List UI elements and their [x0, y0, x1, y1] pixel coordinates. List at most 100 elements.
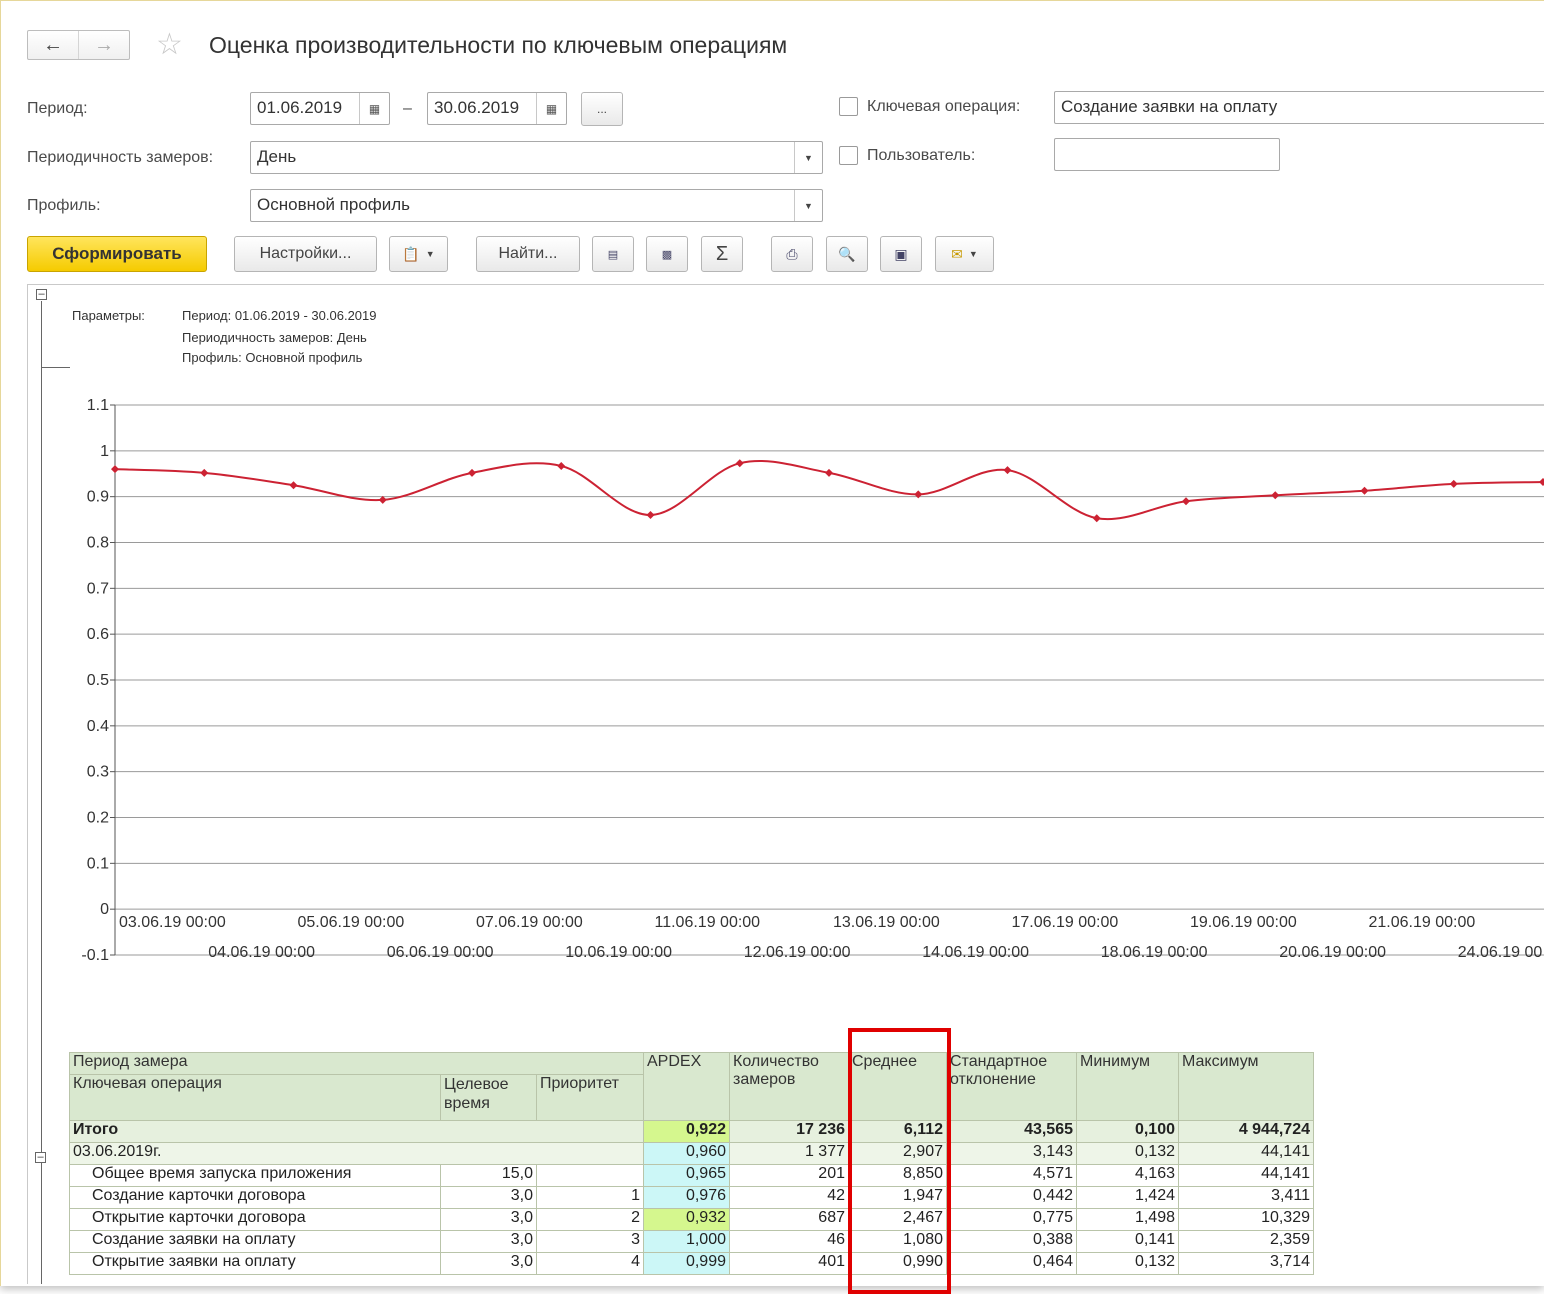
row-target: 15,0	[440, 1164, 537, 1187]
profile-label: Профиль:	[27, 197, 101, 214]
x-tick-label: 07.06.19 00:00	[476, 914, 583, 931]
row-avg: 0,990	[848, 1252, 947, 1275]
forward-button[interactable]: →	[78, 31, 129, 59]
x-tick-label: 14.06.19 00:00	[922, 944, 1029, 961]
header-operation: Ключевая операция	[69, 1074, 441, 1121]
group-count: 1 377	[729, 1142, 849, 1165]
row-priority	[536, 1164, 644, 1187]
row-stddev: 0,464	[946, 1252, 1077, 1275]
header-stddev: Стандартное отклонение	[946, 1052, 1077, 1121]
date-to-field[interactable]: 30.06.2019 ▦	[427, 92, 567, 125]
x-tick-label: 11.06.19 00:00	[655, 914, 761, 931]
x-tick-label: 03.06.19 00:00	[119, 914, 226, 931]
data-point	[468, 468, 476, 477]
x-tick-label: 20.06.19 00:00	[1279, 944, 1386, 961]
row-min: 1,424	[1076, 1186, 1179, 1209]
expand-groups-button[interactable]: ▩	[646, 236, 688, 272]
y-tick-label: 0.2	[87, 810, 109, 827]
y-tick-label: 0.7	[87, 580, 109, 597]
chevron-down-icon[interactable]: ▼	[794, 142, 822, 173]
group-row[interactable]: 03.06.2019г. 0,960 1 377 2,907 3,143 0,1…	[69, 1142, 1314, 1165]
key-operation-field[interactable]: Создание заявки на оплату	[1054, 91, 1544, 124]
date-from-field[interactable]: 01.06.2019 ▦	[250, 92, 390, 125]
table-row[interactable]: Открытие заявки на оплату 3,0 4 0,999 40…	[69, 1252, 1314, 1275]
row-apdex: 0,965	[643, 1164, 730, 1187]
variant-menu-button[interactable]: 📋 ▼	[389, 236, 448, 272]
data-point	[1003, 466, 1012, 475]
tree-line	[41, 301, 42, 368]
table-row[interactable]: Создание карточки договора 3,0 1 0,976 4…	[69, 1186, 1314, 1209]
printer-icon: ⎙	[786, 245, 798, 262]
x-tick-label: 10.06.19 00:00	[565, 944, 672, 961]
period-select-button[interactable]: ...	[581, 92, 623, 126]
y-tick-label: 0.5	[87, 672, 109, 689]
x-tick-label: 24.06.19 00	[1458, 944, 1543, 961]
report-window: ← → ☆ Оценка производительности по ключе…	[0, 0, 1544, 1294]
print-button[interactable]: ⎙	[771, 236, 813, 272]
total-max: 4 944,724	[1178, 1120, 1314, 1143]
table-row[interactable]: Открытие карточки договора 3,0 2 0,932 6…	[69, 1208, 1314, 1231]
chevron-down-icon[interactable]: ▼	[794, 190, 822, 221]
save-button[interactable]: ▣	[880, 236, 922, 272]
header-apdex: APDEX	[643, 1052, 730, 1121]
period-label: Период:	[27, 100, 88, 117]
collapse-icon[interactable]: –	[36, 289, 47, 300]
row-apdex: 0,999	[643, 1252, 730, 1275]
x-tick-label: 06.06.19 00:00	[387, 944, 494, 961]
x-tick-label: 18.06.19 00:00	[1101, 944, 1208, 961]
chevron-down-icon: ▼	[425, 249, 435, 259]
calendar-icon[interactable]: ▦	[536, 93, 566, 124]
row-stddev: 0,442	[946, 1186, 1077, 1209]
row-target: 3,0	[440, 1186, 537, 1209]
key-operation-checkbox[interactable]	[839, 97, 858, 116]
row-min: 0,141	[1076, 1230, 1179, 1253]
user-checkbox[interactable]	[839, 146, 858, 165]
star-icon[interactable]: ☆	[156, 29, 183, 61]
header-min: Минимум	[1076, 1052, 1179, 1121]
row-avg: 1,947	[848, 1186, 947, 1209]
table-row[interactable]: Общее время запуска приложения 15,0 0,96…	[69, 1164, 1314, 1187]
row-priority: 2	[536, 1208, 644, 1231]
data-point	[1449, 479, 1458, 488]
header-priority: Приоритет	[536, 1074, 644, 1121]
calendar-icon[interactable]: ▦	[359, 93, 389, 124]
row-target: 3,0	[440, 1230, 537, 1253]
send-email-button[interactable]: ✉ ▼	[935, 236, 994, 272]
header-period: Период замера	[69, 1052, 644, 1075]
row-operation: Общее время запуска приложения	[69, 1164, 441, 1187]
row-operation: Создание карточки договора	[69, 1186, 441, 1209]
row-operation: Создание заявки на оплату	[69, 1230, 441, 1253]
row-operation: Открытие заявки на оплату	[69, 1252, 441, 1275]
chevron-down-icon: ▼	[968, 249, 978, 259]
y-tick-label: 0.9	[87, 489, 109, 506]
profile-select[interactable]: Основной профиль ▼	[250, 189, 823, 222]
row-stddev: 0,388	[946, 1230, 1077, 1253]
collapse-groups-button[interactable]: ▤	[592, 236, 634, 272]
user-field[interactable]	[1054, 138, 1280, 171]
preview-button[interactable]: 🔍	[826, 236, 868, 272]
group-max: 44,141	[1178, 1142, 1314, 1165]
data-point	[735, 459, 744, 468]
sum-button[interactable]: Σ	[701, 236, 743, 272]
find-button[interactable]: Найти...	[476, 236, 580, 272]
total-stddev: 43,565	[946, 1120, 1077, 1143]
collapse-icon[interactable]: –	[35, 1152, 46, 1163]
row-max: 3,411	[1178, 1186, 1314, 1209]
row-max: 44,141	[1178, 1164, 1314, 1187]
row-count: 42	[729, 1186, 849, 1209]
total-avg: 6,112	[848, 1120, 947, 1143]
settings-button[interactable]: Настройки...	[234, 236, 377, 272]
table-row[interactable]: Создание заявки на оплату 3,0 3 1,000 46…	[69, 1230, 1314, 1253]
back-button[interactable]: ←	[28, 31, 78, 59]
frequency-value: День	[257, 147, 297, 166]
frequency-label: Периодичность замеров:	[27, 149, 214, 166]
y-tick-label: 0.1	[87, 855, 109, 872]
header-target-time: Целевое время	[440, 1074, 537, 1121]
y-tick-label: 0.3	[87, 764, 109, 781]
frequency-select[interactable]: День ▼	[250, 141, 823, 174]
row-max: 2,359	[1178, 1230, 1314, 1253]
params-period: Период: 01.06.2019 - 30.06.2019	[182, 308, 377, 323]
generate-button[interactable]: Сформировать	[27, 236, 207, 272]
y-tick-label: -0.1	[81, 947, 109, 964]
arrow-left-icon: ←	[43, 33, 63, 56]
